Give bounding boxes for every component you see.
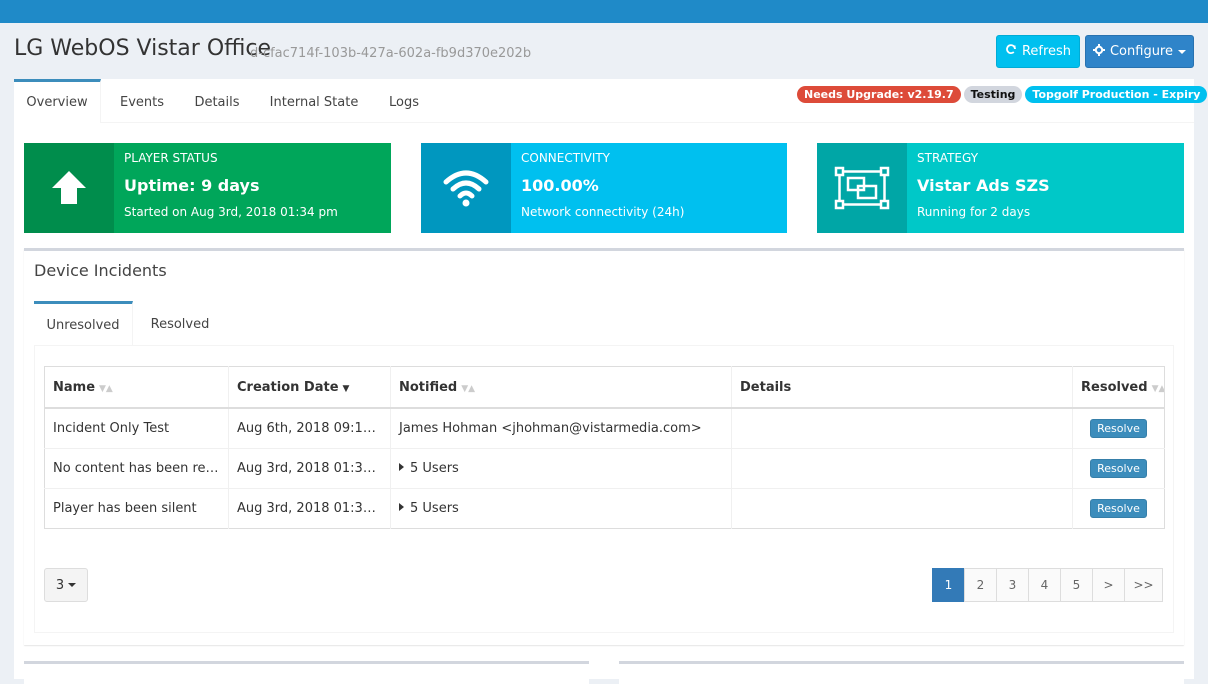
- page-3[interactable]: 3: [996, 568, 1029, 602]
- sort-desc-icon: ▼: [342, 383, 350, 394]
- col-details: Details: [731, 366, 1073, 409]
- incident-details: [731, 407, 1073, 449]
- configure-label: Configure: [1109, 44, 1173, 59]
- table-row: Incident Only Test Aug 6th, 2018 09:13 a…: [44, 407, 1165, 449]
- refresh-icon: [1005, 43, 1017, 60]
- incidents-table: Name ▼▲ Creation Date ▼ Notified ▼▲ Details…: [44, 366, 1165, 529]
- col-creation-date[interactable]: Creation Date ▼: [228, 366, 391, 409]
- page-1[interactable]: 1: [932, 568, 965, 602]
- started-on: Started on Aug 3rd, 2018 01:34 pm: [124, 205, 338, 219]
- page-title: LG WebOS Vistar Office: [14, 36, 272, 61]
- connectivity-value: 100.00%: [521, 176, 599, 195]
- wifi-icon: [421, 143, 511, 233]
- pagination: 1 2 3 4 5 > >>: [932, 568, 1163, 602]
- player-status-box: PLAYER STATUS Uptime: 9 days Started on …: [24, 143, 391, 233]
- resolve-button[interactable]: Resolve: [1090, 419, 1147, 438]
- refresh-button[interactable]: Refresh: [996, 35, 1080, 68]
- incidents-title: Device Incidents: [34, 261, 167, 280]
- table-row: Player has been silent Aug 3rd, 2018 01:…: [44, 488, 1165, 529]
- caret-right-icon: [399, 463, 404, 471]
- page-2[interactable]: 2: [964, 568, 997, 602]
- page-size-dropdown[interactable]: 3: [44, 568, 88, 602]
- top-navbar: [0, 0, 1208, 23]
- incident-name: Incident Only Test: [44, 407, 229, 449]
- configure-button[interactable]: Configure: [1085, 35, 1194, 68]
- gear-icon: [1092, 43, 1105, 60]
- page-4[interactable]: 4: [1028, 568, 1061, 602]
- connectivity-box: CONNECTIVITY 100.00% Network connectivit…: [421, 143, 787, 233]
- sort-icon: ▼▲: [1151, 383, 1165, 394]
- sort-icon: ▼▲: [99, 383, 113, 394]
- resolve-button[interactable]: Resolve: [1090, 459, 1147, 478]
- strategy-value: Vistar Ads SZS: [917, 176, 1050, 195]
- chevron-down-icon: [68, 583, 77, 587]
- incident-notified[interactable]: 5 Users: [390, 488, 732, 529]
- incident-notified: James Hohman <jhohman@vistarmedia.com>: [390, 407, 732, 449]
- bottom-box-left: [24, 661, 589, 684]
- sort-icon: ▼▲: [461, 383, 476, 394]
- connectivity-desc: Network connectivity (24h): [521, 205, 685, 219]
- chevron-down-icon: [1178, 49, 1186, 54]
- strategy-label: STRATEGY: [917, 151, 979, 165]
- tab-details[interactable]: Details: [186, 79, 248, 123]
- tab-events[interactable]: Events: [108, 79, 176, 123]
- resolve-button[interactable]: Resolve: [1090, 499, 1147, 518]
- col-notified[interactable]: Notified ▼▲: [390, 366, 732, 409]
- connectivity-label: CONNECTIVITY: [521, 151, 611, 165]
- incident-details: [731, 488, 1073, 529]
- tab-internal-state[interactable]: Internal State: [266, 79, 362, 123]
- strategy-box: STRATEGY Vistar Ads SZS Running for 2 da…: [817, 143, 1184, 233]
- badge-testing: Testing: [963, 86, 1023, 103]
- incident-tabs: Unresolved Resolved: [34, 301, 1174, 346]
- bottom-box-right: [619, 661, 1184, 684]
- page-last[interactable]: >>: [1124, 568, 1163, 602]
- refresh-label: Refresh: [1021, 44, 1072, 59]
- player-status-label: PLAYER STATUS: [124, 151, 218, 165]
- incident-details: [731, 448, 1073, 489]
- incident-notified[interactable]: 5 Users: [390, 448, 732, 489]
- tab-logs[interactable]: Logs: [382, 79, 426, 123]
- page-next[interactable]: >: [1092, 568, 1125, 602]
- tab-unresolved[interactable]: Unresolved: [34, 301, 133, 345]
- object-group-icon: [817, 143, 907, 233]
- tab-resolved[interactable]: Resolved: [144, 301, 216, 345]
- incident-date: Aug 3rd, 2018 01:36 am: [228, 488, 391, 529]
- tag-badges: Needs Upgrade: v2.19.7 Testing Topgolf P…: [797, 86, 1208, 103]
- strategy-desc: Running for 2 days: [917, 205, 1031, 219]
- device-id: d-cfac714f-103b-427a-602a-fb9d370e202b: [250, 46, 532, 61]
- incident-name: Player has been silent: [44, 488, 229, 529]
- caret-right-icon: [399, 503, 404, 511]
- badge-topgolf: Topgolf Production - Expiry: [1025, 86, 1208, 103]
- arrow-up-icon: [24, 143, 114, 233]
- table-row: No content has been rendered Aug 3rd, 20…: [44, 448, 1165, 489]
- page-5[interactable]: 5: [1060, 568, 1093, 602]
- incident-name: No content has been rendered: [44, 448, 229, 489]
- uptime-value: Uptime: 9 days: [124, 176, 260, 195]
- badge-upgrade: Needs Upgrade: v2.19.7: [797, 86, 961, 103]
- incident-date: Aug 3rd, 2018 01:37 pm: [228, 448, 391, 489]
- col-name[interactable]: Name ▼▲: [44, 366, 229, 409]
- col-resolved[interactable]: Resolved ▼▲: [1072, 366, 1165, 409]
- tab-overview[interactable]: Overview: [14, 79, 101, 123]
- incident-date: Aug 6th, 2018 09:13 am: [228, 407, 391, 449]
